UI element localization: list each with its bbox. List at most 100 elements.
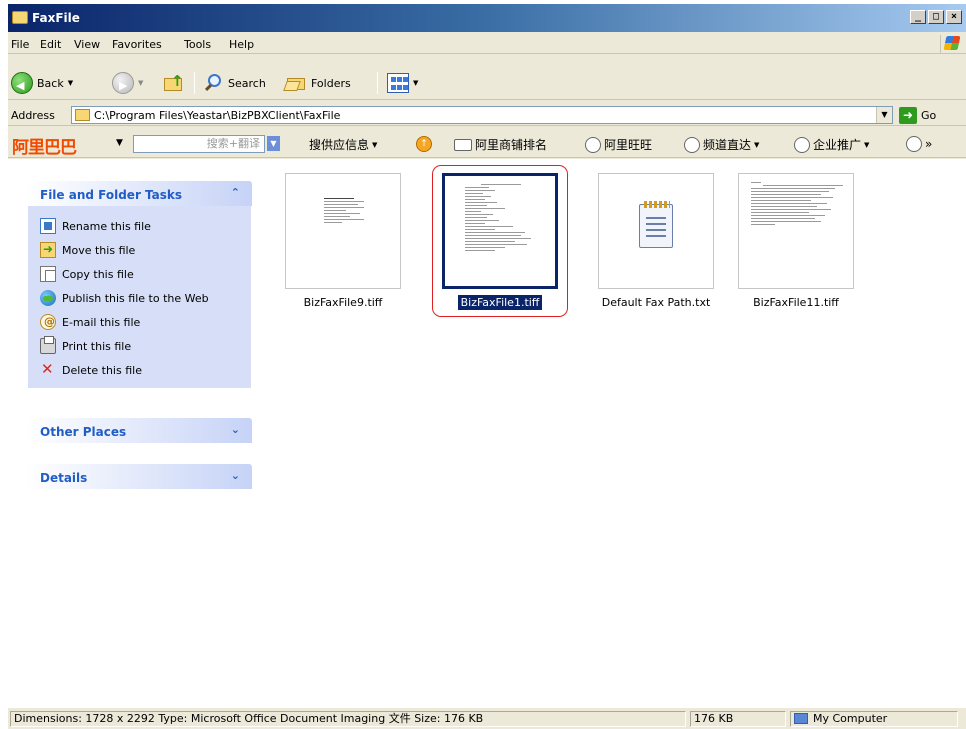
folders-button[interactable]: Folders: [283, 70, 351, 96]
address-dropdown-button[interactable]: ▼: [876, 107, 892, 123]
toolbar-separator: [377, 72, 378, 94]
channel-icon: [684, 136, 700, 153]
details-header[interactable]: Details ⌄: [27, 464, 252, 489]
other-places-panel: Other Places ⌄: [27, 418, 252, 443]
alibaba-channel-button[interactable]: 频道直达 ▼: [684, 136, 759, 153]
menu-view[interactable]: View: [74, 38, 100, 51]
search-label: Search: [228, 76, 266, 90]
task-copy-file[interactable]: Copy this file: [28, 262, 251, 286]
alibaba-wangwang-button[interactable]: 阿里旺旺: [585, 136, 652, 153]
back-dropdown-icon[interactable]: ▼: [68, 79, 73, 87]
task-label: Print this file: [62, 339, 132, 353]
go-label: Go: [921, 108, 937, 122]
go-button[interactable]: ➜ Go: [899, 106, 936, 124]
folder-icon: [75, 109, 90, 121]
alibaba-channel-label: 频道直达: [703, 138, 752, 152]
alibaba-up-button[interactable]: ↑: [416, 136, 432, 152]
file-folder-tasks-header[interactable]: File and Folder Tasks ⌃: [27, 181, 252, 206]
file-name: Default Fax Path.txt: [601, 296, 711, 309]
alibaba-search-input[interactable]: 搜索+翻译: [133, 135, 265, 153]
file-name: BizFaxFile9.tiff: [303, 296, 383, 309]
task-move-file[interactable]: Move this file: [28, 238, 251, 262]
maximize-button[interactable]: □: [928, 10, 944, 24]
task-publish-file[interactable]: Publish this file to the Web: [28, 286, 251, 310]
address-label: Address: [11, 109, 55, 122]
menu-favorites[interactable]: Favorites: [112, 38, 162, 51]
forward-button[interactable]: ▶ ▼: [112, 70, 143, 96]
search-icon: [204, 73, 224, 93]
move-icon: [40, 242, 56, 258]
title-bar[interactable]: FaxFile _ □ ×: [8, 4, 966, 32]
alibaba-promotion-button[interactable]: 企业推广 ▼: [794, 136, 869, 153]
alibaba-toolbar: 阿里巴巴 ▼ 搜索+翻译 ▼ 搜供应信息 ▼ ↑ 阿里商铺排名 阿里旺旺 频道直…: [8, 130, 966, 158]
standard-toolbar: ◀ Back ▼ ▶ ▼ ↑ Search Folders ▼: [8, 66, 966, 100]
copy-icon: [40, 266, 56, 282]
views-icon: [387, 73, 409, 93]
status-zone-label: My Computer: [813, 712, 888, 725]
details-panel: Details ⌄: [27, 464, 252, 489]
other-places-header[interactable]: Other Places ⌄: [27, 418, 252, 443]
back-button[interactable]: ◀ Back ▼: [11, 70, 73, 96]
menu-tools[interactable]: Tools: [184, 38, 211, 51]
other-places-title: Other Places: [40, 425, 127, 439]
file-item[interactable]: BizFaxFile11.tiff: [726, 173, 866, 323]
menu-edit[interactable]: Edit: [40, 38, 61, 51]
address-bar: Address C:\Program Files\Yeastar\BizPBXC…: [8, 104, 966, 126]
expand-chevron-icon[interactable]: ⌄: [231, 469, 240, 482]
notepad-icon: [639, 201, 673, 248]
toolbar-separator: [194, 72, 195, 94]
alibaba-logo[interactable]: 阿里巴巴: [12, 133, 77, 158]
folders-icon: [283, 74, 307, 92]
minimize-button[interactable]: _: [910, 10, 926, 24]
search-button[interactable]: Search: [204, 70, 266, 96]
explorer-window: FaxFile _ □ × File Edit View Favorites T…: [8, 4, 966, 729]
file-item[interactable]: BizFaxFile9.tiff: [273, 173, 413, 323]
alibaba-menu-dropdown-icon[interactable]: ▼: [116, 138, 123, 148]
task-label: Rename this file: [62, 219, 151, 233]
go-arrow-icon: ➜: [899, 106, 917, 124]
status-bar: Dimensions: 1728 x 2292 Type: Microsoft …: [8, 707, 966, 729]
alibaba-wangwang-label: 阿里旺旺: [604, 138, 653, 152]
task-email-file[interactable]: E-mail this file: [28, 310, 251, 334]
alibaba-overflow-button[interactable]: »: [906, 136, 932, 152]
task-label: Publish this file to the Web: [62, 291, 209, 305]
close-button[interactable]: ×: [946, 10, 962, 24]
file-view-area[interactable]: File and Folder Tasks ⌃ Rename this file…: [8, 159, 966, 707]
task-print-file[interactable]: Print this file: [28, 334, 251, 358]
alibaba-search-dropdown-button[interactable]: ▼: [267, 136, 280, 151]
status-size: 176 KB: [690, 711, 786, 727]
file-item[interactable]: Default Fax Path.txt: [586, 173, 726, 323]
task-rename-file[interactable]: Rename this file: [28, 214, 251, 238]
folders-label: Folders: [311, 76, 351, 90]
status-details: Dimensions: 1728 x 2292 Type: Microsoft …: [10, 711, 686, 727]
alibaba-overflow-label: »: [925, 137, 933, 151]
alibaba-supply-search-button[interactable]: 搜供应信息 ▼: [309, 136, 377, 153]
menu-help[interactable]: Help: [229, 38, 254, 51]
up-folder-button[interactable]: ↑: [164, 70, 186, 96]
forward-dropdown-icon[interactable]: ▼: [138, 79, 143, 87]
window-title: FaxFile: [32, 11, 80, 25]
up-folder-icon: ↑: [164, 72, 186, 94]
status-zone: My Computer: [790, 711, 958, 727]
collapse-chevron-icon[interactable]: ⌃: [231, 186, 240, 199]
file-name: BizFaxFile1.tiff: [430, 295, 570, 310]
folder-icon: [12, 11, 28, 24]
printer-icon: [40, 336, 56, 354]
chevron-down-icon: ▼: [754, 140, 760, 149]
expand-chevron-icon[interactable]: ⌄: [231, 423, 240, 436]
my-computer-icon: [794, 713, 808, 724]
file-item-selected[interactable]: BizFaxFile1.tiff: [430, 173, 570, 323]
address-field[interactable]: C:\Program Files\Yeastar\BizPBXClient\Fa…: [71, 106, 893, 124]
address-path[interactable]: C:\Program Files\Yeastar\BizPBXClient\Fa…: [94, 109, 340, 122]
alibaba-shop-ranking-button[interactable]: 阿里商铺排名: [454, 136, 547, 153]
views-dropdown-icon[interactable]: ▼: [413, 79, 418, 87]
views-button[interactable]: ▼: [387, 70, 418, 96]
menu-file[interactable]: File: [11, 38, 29, 51]
back-label: Back: [37, 76, 64, 90]
window-controls: _ □ ×: [910, 10, 962, 24]
delete-icon: [40, 360, 56, 378]
txt-thumbnail: [598, 173, 714, 289]
task-label: Copy this file: [62, 267, 134, 281]
task-delete-file[interactable]: Delete this file: [28, 358, 251, 382]
file-folder-tasks-title: File and Folder Tasks: [40, 188, 183, 202]
